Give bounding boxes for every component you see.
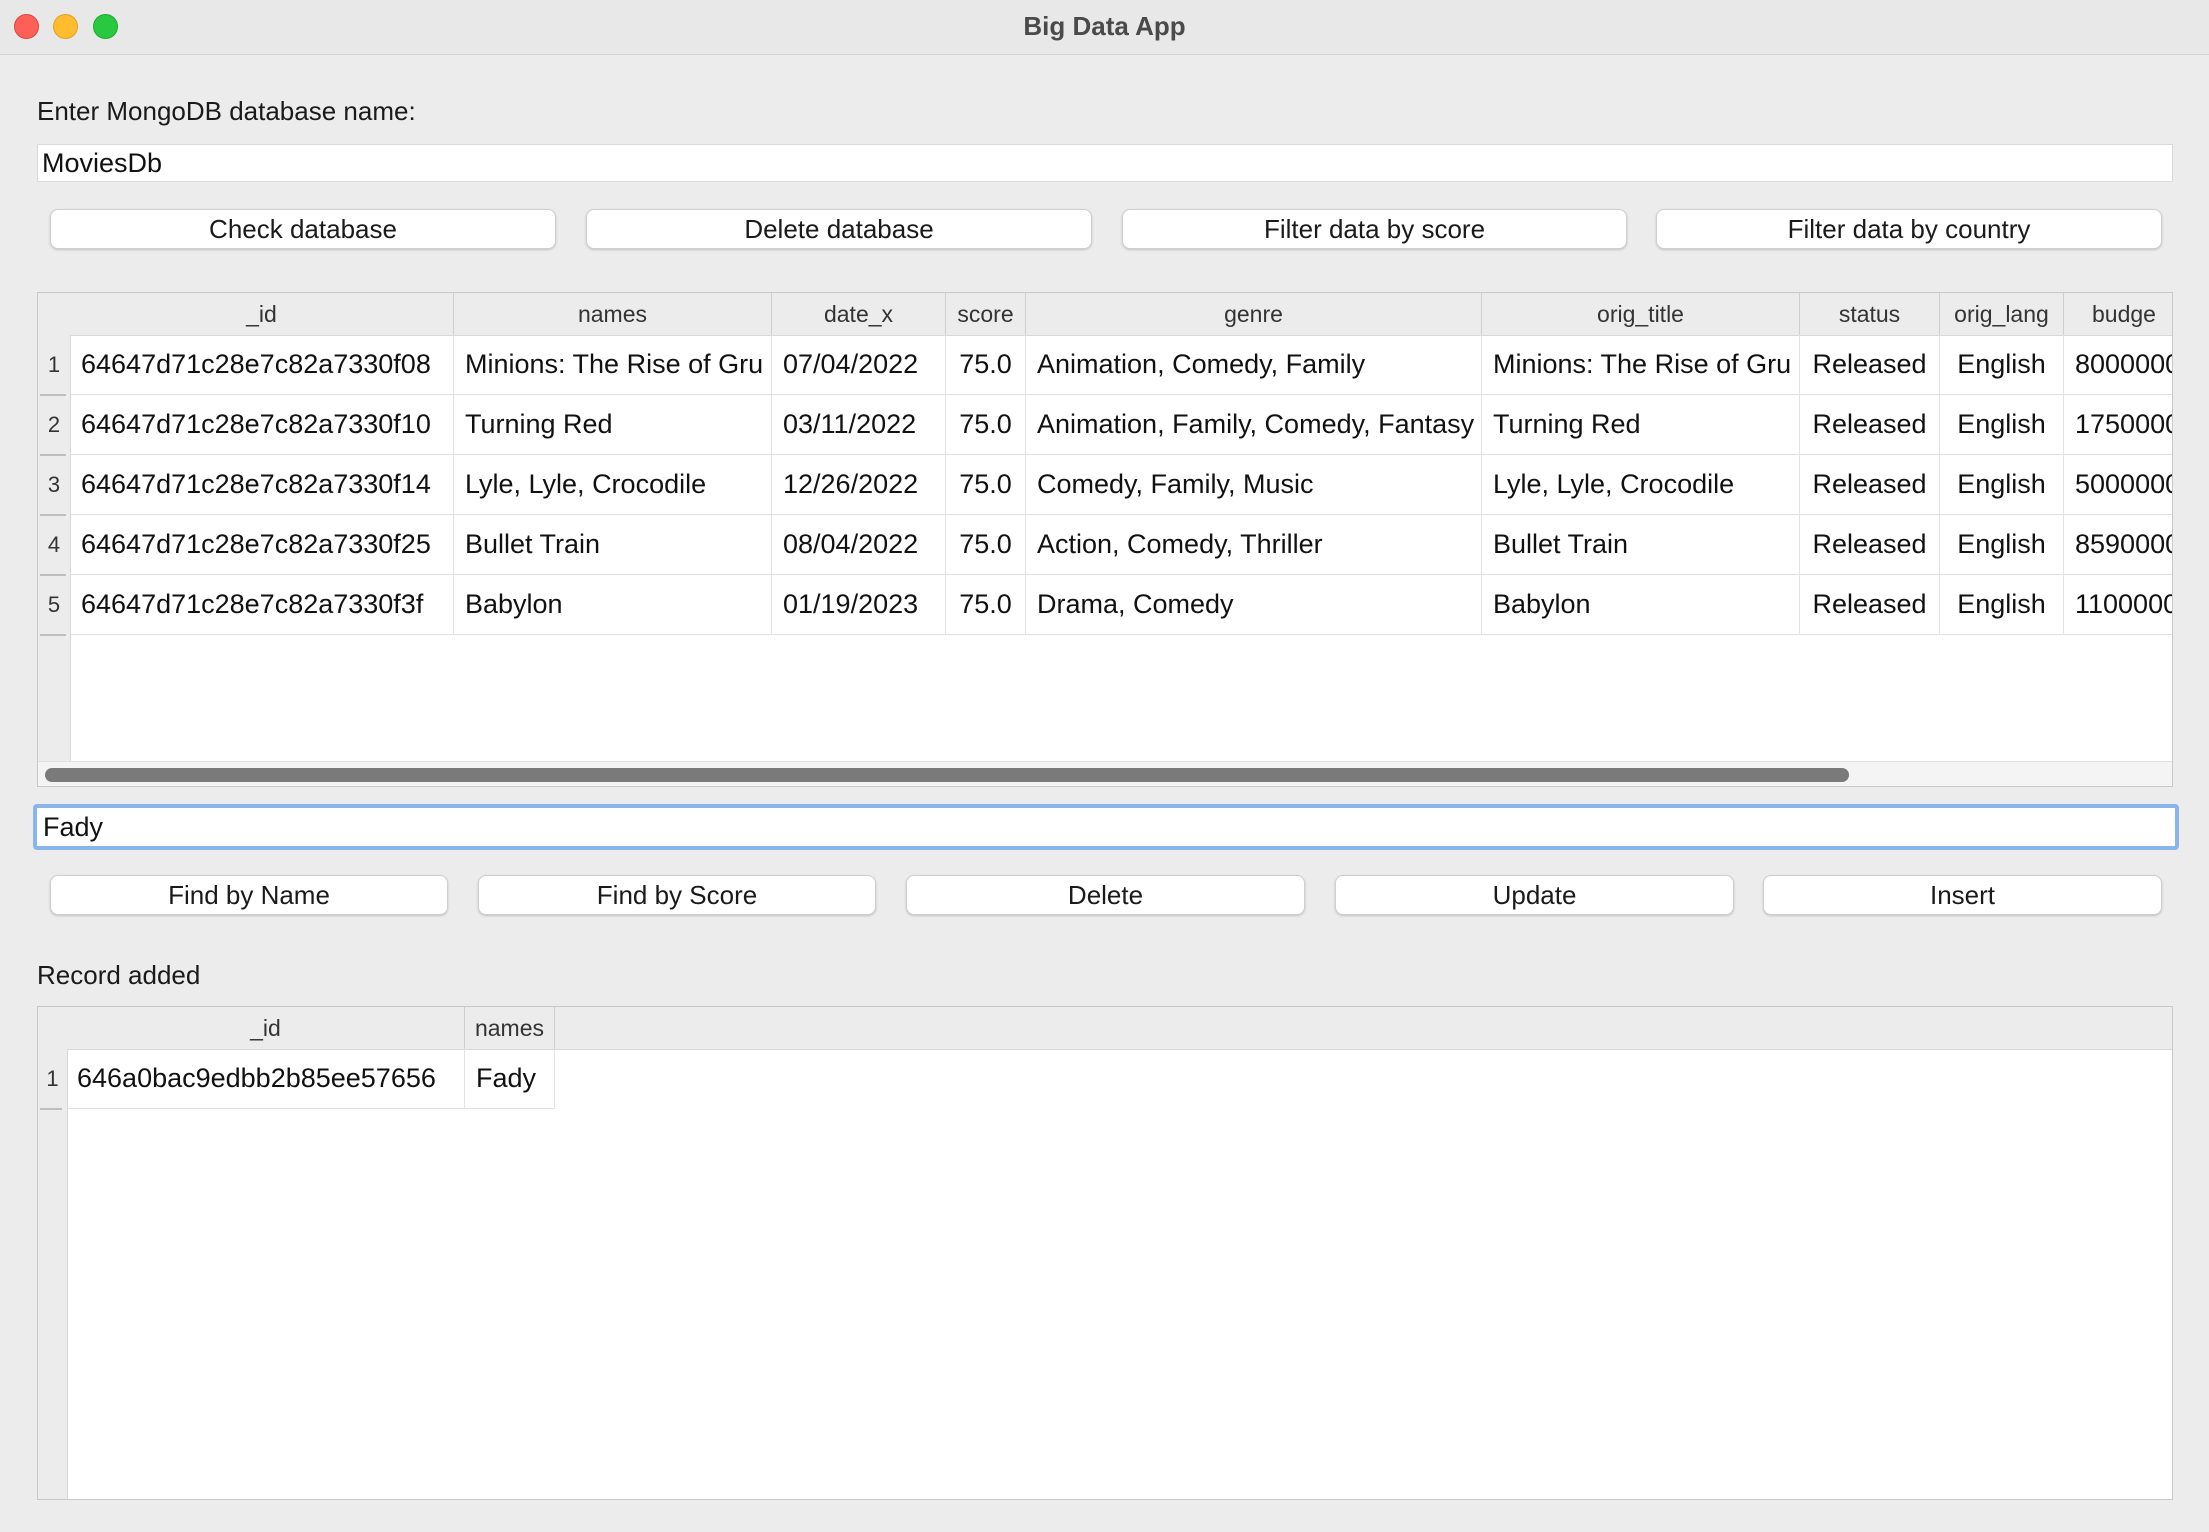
names-cell: Lyle, Lyle, Crocodile <box>454 455 772 515</box>
date-cell: 07/04/2022 <box>772 335 946 395</box>
id-cell: 64647d71c28e7c82a7330f08 <box>70 335 454 395</box>
column-header[interactable]: _id <box>70 293 454 335</box>
table-row[interactable]: 64647d71c28e7c82a7330f08 Minions: The Ri… <box>70 335 2173 395</box>
date-cell: 08/04/2022 <box>772 515 946 575</box>
column-header[interactable]: date_x <box>772 293 946 335</box>
orig-title-cell: Babylon <box>1482 575 1800 635</box>
budget-cell: 5000000 <box>2075 469 2173 499</box>
query-input[interactable] <box>33 804 2179 850</box>
column-header[interactable]: genre <box>1026 293 1482 335</box>
orig-lang-cell: English <box>1940 575 2064 635</box>
status-cell: Released <box>1800 455 1940 515</box>
table-row[interactable]: 64647d71c28e7c82a7330f10 Turning Red 03/… <box>70 395 2172 455</box>
scrollbar-thumb[interactable] <box>45 768 1849 782</box>
names-cell: Minions: The Rise of Gru <box>454 335 772 395</box>
status-cell: Released <box>1800 395 1940 455</box>
date-cell: 01/19/2023 <box>772 575 946 635</box>
record-table-header: _id names <box>67 1007 2172 1050</box>
status-cell: Released <box>1800 335 1940 395</box>
orig-title-cell: Lyle, Lyle, Crocodile <box>1482 455 1800 515</box>
column-header[interactable]: orig_lang <box>1940 293 2064 335</box>
status-cell: Released <box>1800 575 1940 635</box>
results-table-header: _id names date_x score genre orig_title … <box>70 293 2172 336</box>
column-header[interactable]: budge <box>2064 293 2172 335</box>
date-cell: 03/11/2022 <box>772 395 946 455</box>
orig-title-cell: Turning Red <box>1482 395 1800 455</box>
delete-record-button[interactable]: Delete <box>906 875 1305 915</box>
table-row[interactable]: 64647d71c28e7c82a7330f25 Bullet Train 08… <box>70 515 2173 575</box>
orig-title-cell: Minions: The Rise of Gru <box>1482 335 1800 395</box>
horizontal-scrollbar[interactable] <box>38 761 2172 786</box>
filter-by-score-button[interactable]: Filter data by score <box>1122 209 1627 249</box>
budget-cell: 17500000 <box>2075 409 2172 439</box>
row-divider <box>40 634 66 636</box>
column-header[interactable]: _id <box>67 1007 465 1049</box>
id-cell: 64647d71c28e7c82a7330f10 <box>70 395 454 455</box>
column-header[interactable]: score <box>946 293 1026 335</box>
row-number: 4 <box>47 532 61 557</box>
find-by-name-button[interactable]: Find by Name <box>50 875 448 915</box>
score-cell: 75.0 <box>946 575 1026 635</box>
budget-cell: 8000000 <box>2075 349 2173 379</box>
date-cell: 12/26/2022 <box>772 455 946 515</box>
names-cell: Babylon <box>454 575 772 635</box>
find-by-score-button[interactable]: Find by Score <box>478 875 876 915</box>
names-cell: Fady <box>465 1049 555 1109</box>
names-cell: Turning Red <box>454 395 772 455</box>
table-row[interactable]: 646a0bac9edbb2b85ee57656 Fady <box>67 1049 555 1109</box>
row-number: 3 <box>47 472 61 497</box>
status-cell: Released <box>1800 515 1940 575</box>
column-header[interactable]: names <box>454 293 772 335</box>
update-record-button[interactable]: Update <box>1335 875 1734 915</box>
orig-lang-cell: English <box>1940 335 2064 395</box>
table-row[interactable]: 64647d71c28e7c82a7330f3f Babylon 01/19/2… <box>70 575 2172 635</box>
genre-cell: Drama, Comedy <box>1026 575 1482 635</box>
row-number: 5 <box>47 592 61 617</box>
row-divider <box>40 1108 62 1110</box>
score-cell: 75.0 <box>946 395 1026 455</box>
genre-cell: Comedy, Family, Music <box>1026 455 1482 515</box>
row-number: 2 <box>47 412 61 437</box>
orig-lang-cell: English <box>1940 515 2064 575</box>
table-row[interactable]: 64647d71c28e7c82a7330f14 Lyle, Lyle, Cro… <box>70 455 2173 515</box>
id-cell: 64647d71c28e7c82a7330f14 <box>70 455 454 515</box>
id-cell: 64647d71c28e7c82a7330f3f <box>70 575 454 635</box>
orig-title-cell: Bullet Train <box>1482 515 1800 575</box>
status-message: Record added <box>37 960 201 990</box>
insert-record-button[interactable]: Insert <box>1763 875 2162 915</box>
row-number: 1 <box>47 352 61 377</box>
genre-cell: Animation, Family, Comedy, Fantasy <box>1026 395 1482 455</box>
results-table[interactable]: _id names date_x score genre orig_title … <box>37 292 2173 787</box>
db-name-input[interactable] <box>37 144 2173 182</box>
names-cell: Bullet Train <box>454 515 772 575</box>
budget-cell: 8590000 <box>2075 529 2173 559</box>
db-name-label: Enter MongoDB database name: <box>37 96 416 126</box>
genre-cell: Animation, Comedy, Family <box>1026 335 1482 395</box>
record-table[interactable]: _id names 1 646a0bac9edbb2b85ee57656 Fad… <box>37 1006 2173 1500</box>
title-bar: Big Data App <box>0 0 2209 55</box>
column-header[interactable]: status <box>1800 293 1940 335</box>
score-cell: 75.0 <box>946 335 1026 395</box>
row-number: 1 <box>46 1066 59 1091</box>
orig-lang-cell: English <box>1940 455 2064 515</box>
filter-by-country-button[interactable]: Filter data by country <box>1656 209 2162 249</box>
id-cell: 64647d71c28e7c82a7330f25 <box>70 515 454 575</box>
column-header[interactable]: names <box>465 1007 555 1049</box>
score-cell: 75.0 <box>946 455 1026 515</box>
column-header[interactable]: orig_title <box>1482 293 1800 335</box>
check-database-button[interactable]: Check database <box>50 209 556 249</box>
genre-cell: Action, Comedy, Thriller <box>1026 515 1482 575</box>
window-title: Big Data App <box>1023 11 1186 41</box>
score-cell: 75.0 <box>946 515 1026 575</box>
budget-cell: 11000000 <box>2075 589 2172 619</box>
delete-database-button[interactable]: Delete database <box>586 209 1092 249</box>
id-cell: 646a0bac9edbb2b85ee57656 <box>67 1049 465 1109</box>
orig-lang-cell: English <box>1940 395 2064 455</box>
